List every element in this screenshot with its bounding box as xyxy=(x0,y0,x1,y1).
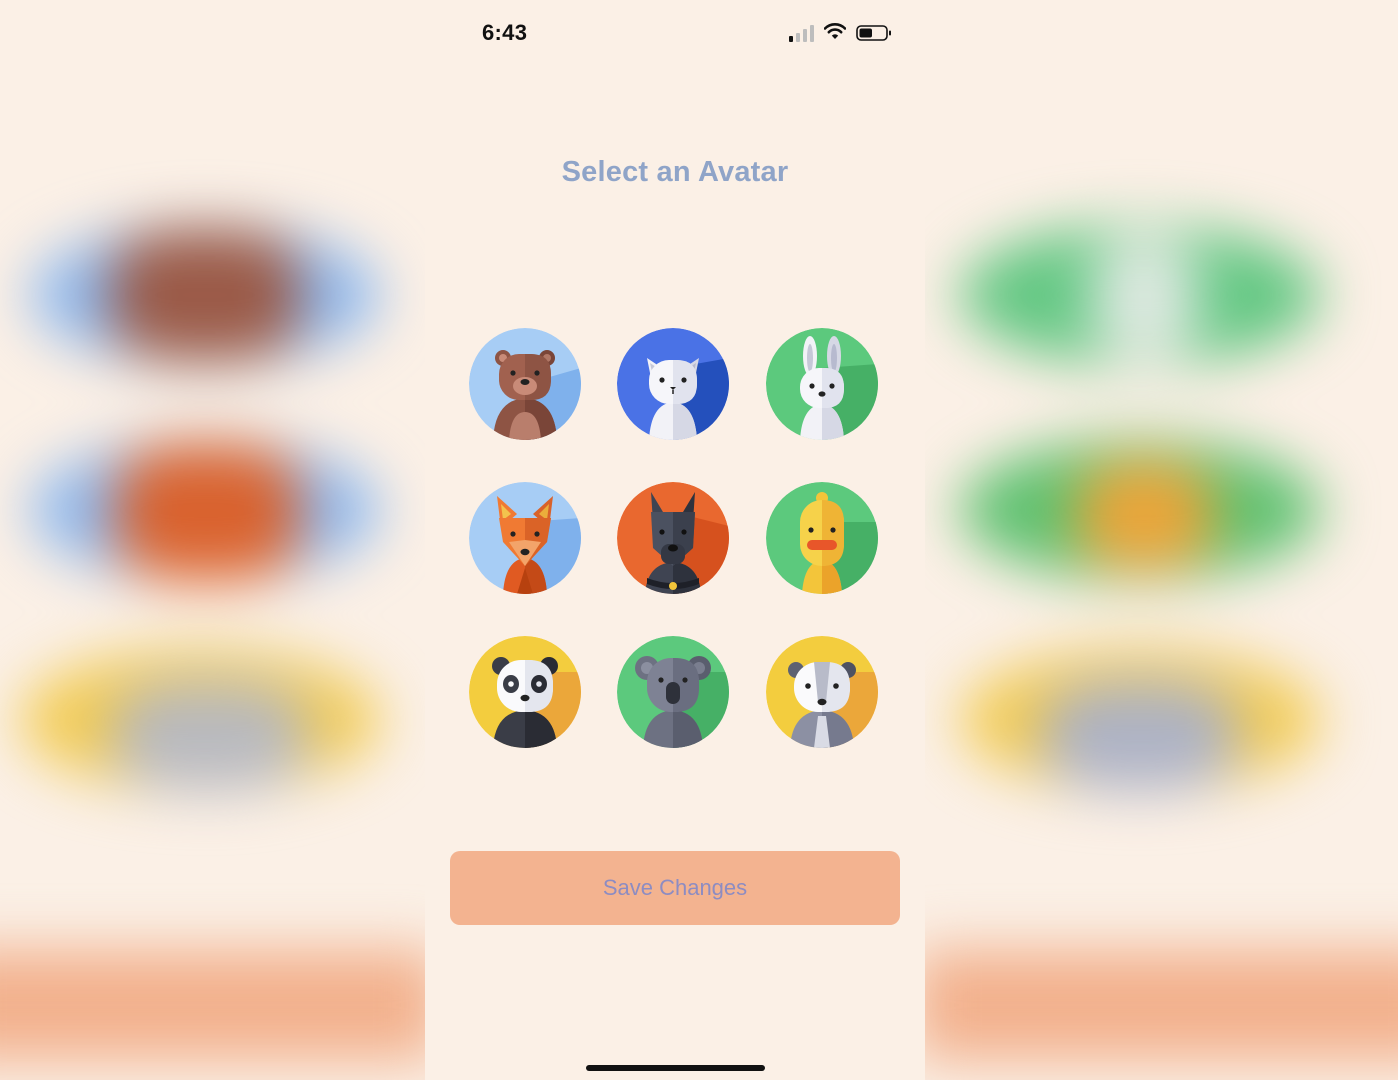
avatar-rabbit[interactable] xyxy=(766,328,878,440)
avatar-cat[interactable] xyxy=(617,328,729,440)
home-indicator[interactable] xyxy=(586,1065,765,1071)
bear-avatar-icon xyxy=(469,328,581,440)
save-changes-button[interactable]: Save Changes xyxy=(450,851,900,925)
phone-screen: 6:43 Select an Avatar Save Changes xyxy=(425,0,925,1080)
avatar-dog[interactable] xyxy=(617,482,729,594)
screen: 6:43 Select an Avatar Save Changes xyxy=(0,0,1398,1080)
fox-avatar-icon xyxy=(469,482,581,594)
dog-avatar-icon xyxy=(617,482,729,594)
avatar-koala[interactable] xyxy=(617,636,729,748)
avatar-badger[interactable] xyxy=(766,636,878,748)
rabbit-avatar-icon xyxy=(766,328,878,440)
avatar-grid xyxy=(425,0,925,800)
cat-avatar-icon xyxy=(617,328,729,440)
avatar-fox[interactable] xyxy=(469,482,581,594)
badger-avatar-icon xyxy=(766,636,878,748)
avatar-duck[interactable] xyxy=(766,482,878,594)
koala-avatar-icon xyxy=(617,636,729,748)
duck-avatar-icon xyxy=(766,482,878,594)
avatar-panda[interactable] xyxy=(469,636,581,748)
avatar-bear[interactable] xyxy=(469,328,581,440)
panda-avatar-icon xyxy=(469,636,581,748)
